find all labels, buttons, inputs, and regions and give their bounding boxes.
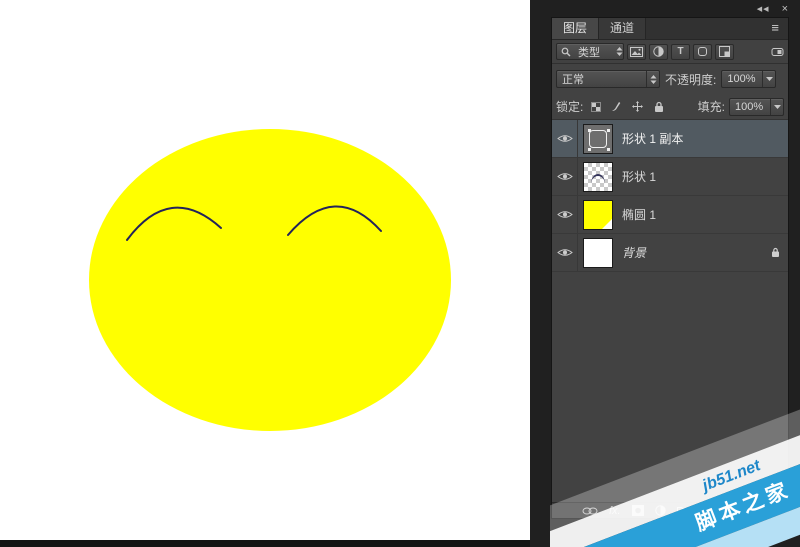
visibility-toggle[interactable]	[552, 234, 578, 271]
layer-thumbnail[interactable]	[583, 162, 613, 192]
eye-icon	[557, 209, 573, 220]
smiley-face-ellipse	[89, 129, 451, 431]
search-icon	[561, 47, 571, 57]
lock-icon	[654, 101, 664, 113]
filter-kind-select[interactable]: 类型	[556, 43, 624, 60]
filtering-toggle[interactable]	[771, 46, 784, 58]
lock-transparency-button[interactable]	[587, 99, 604, 115]
opacity-value: 100%	[722, 73, 762, 85]
checkerboard-icon	[591, 102, 601, 112]
type-icon: T	[677, 46, 683, 57]
layer-thumbnail[interactable]	[583, 200, 613, 230]
image-icon	[630, 47, 643, 57]
fill-label: 填充:	[698, 98, 725, 115]
smart-object-icon	[719, 46, 730, 57]
visibility-toggle[interactable]	[552, 196, 578, 233]
layer-thumbnail[interactable]	[583, 238, 613, 268]
lock-fill-row: 锁定:	[552, 94, 788, 120]
delete-layer-icon[interactable]	[722, 505, 732, 516]
thumbnail-cell	[578, 158, 618, 195]
layer-locked-badge	[762, 234, 788, 271]
lock-pixels-button[interactable]	[608, 99, 625, 115]
adjustment-layer-icon[interactable]	[655, 505, 666, 516]
eye-icon	[557, 133, 573, 144]
filter-shape-layers-button[interactable]	[693, 44, 712, 60]
double-arrow-icon	[646, 71, 659, 87]
fill-select[interactable]: 100%	[729, 98, 784, 116]
thumbnail-cell	[578, 120, 618, 157]
layers-panel: 图层 通道 ≡ 类型	[551, 17, 789, 519]
filter-type-layers-button[interactable]: T	[671, 44, 690, 60]
blend-opacity-row: 正常 不透明度: 100%	[552, 64, 788, 94]
visibility-toggle[interactable]	[552, 158, 578, 195]
layer-mask-icon[interactable]	[632, 505, 644, 516]
new-layer-icon[interactable]	[701, 505, 711, 516]
panel-dock: ◀◀ × 图层 通道 ≡ 类型	[530, 0, 800, 547]
visibility-toggle[interactable]	[552, 120, 578, 157]
tab-channels[interactable]: 通道	[599, 18, 646, 39]
panel-menu-icon[interactable]: ≡	[762, 18, 788, 39]
new-group-icon[interactable]	[677, 506, 690, 516]
brush-icon	[611, 101, 622, 112]
fill-value: 100%	[730, 101, 770, 113]
layer-row-shape1-copy[interactable]: 形状 1 副本	[552, 120, 788, 158]
layers-empty-area	[552, 272, 788, 502]
double-arrow-icon	[616, 47, 623, 56]
layer-name: 形状 1	[618, 158, 788, 195]
filter-kind-label: 类型	[573, 44, 614, 60]
lock-label: 锁定:	[556, 98, 583, 115]
layer-row-background[interactable]: 背景	[552, 234, 788, 272]
document-canvas[interactable]	[0, 0, 530, 540]
canvas-artwork	[0, 0, 530, 540]
layer-style-icon[interactable]: fx.	[609, 504, 621, 518]
layer-thumbnail[interactable]	[583, 124, 613, 154]
opacity-select[interactable]: 100%	[721, 70, 776, 88]
link-layers-icon[interactable]	[582, 507, 598, 515]
layer-filter-row: 类型 T	[552, 40, 788, 64]
shape-icon	[697, 46, 708, 57]
eye-icon	[557, 247, 573, 258]
layer-row-shape1[interactable]: 形状 1	[552, 158, 788, 196]
lock-icon	[771, 247, 780, 258]
layer-name: 背景	[618, 234, 762, 271]
lock-position-button[interactable]	[629, 99, 646, 115]
filter-smart-objects-button[interactable]	[715, 44, 734, 60]
layer-row-ellipse1[interactable]: 椭圆 1	[552, 196, 788, 234]
chevron-down-icon	[770, 99, 783, 115]
layers-panel-footer: fx.	[552, 502, 788, 518]
half-circle-icon	[653, 46, 664, 57]
panel-tabbar: 图层 通道 ≡	[552, 18, 788, 40]
move-icon	[632, 101, 643, 112]
layer-name: 形状 1 副本	[618, 120, 788, 157]
close-panel-icon[interactable]: ×	[782, 4, 788, 14]
chevron-down-icon	[762, 71, 775, 87]
application-window: ◀◀ × 图层 通道 ≡ 类型	[0, 0, 800, 547]
eye-icon	[557, 171, 573, 182]
collapse-panels-icon[interactable]: ◀◀	[757, 5, 770, 13]
lock-all-button[interactable]	[650, 99, 667, 115]
blend-mode-select[interactable]: 正常	[556, 70, 660, 88]
blend-mode-value: 正常	[557, 71, 646, 87]
filter-adjustment-layers-button[interactable]	[649, 44, 668, 60]
thumbnail-cell	[578, 196, 618, 233]
filter-pixel-layers-button[interactable]	[627, 44, 646, 60]
thumbnail-cell	[578, 234, 618, 271]
tab-layers[interactable]: 图层	[552, 18, 599, 39]
opacity-label: 不透明度:	[665, 71, 716, 88]
layer-name: 椭圆 1	[618, 196, 788, 233]
dock-controls: ◀◀ ×	[757, 4, 788, 14]
